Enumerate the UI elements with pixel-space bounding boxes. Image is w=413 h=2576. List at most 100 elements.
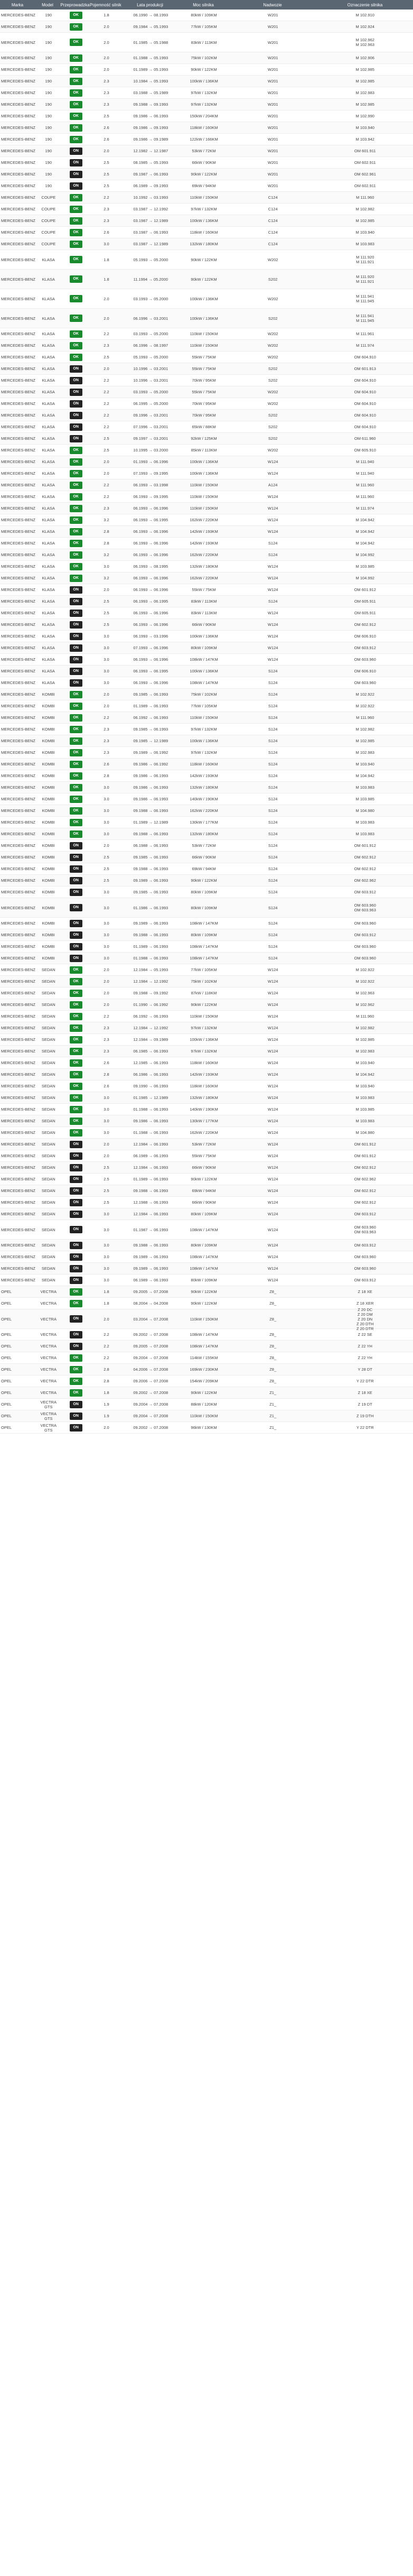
badge-cell: ON	[61, 1175, 91, 1183]
years-cell: 09.1986 → 06.1993	[133, 114, 168, 118]
on-badge: ON	[69, 1412, 82, 1420]
years-cell: 03.1987 → 12.1992	[133, 207, 168, 211]
years-cell: 06.1986 → 06.1993	[133, 1072, 168, 1077]
table-row: MERCEDES-BENZ SEDAN ON 3.0 09.1989 → 06.1993…	[0, 1263, 413, 1275]
badge-cell: ON	[61, 1264, 91, 1272]
years-cell: 01.1988 → 06.1993	[133, 956, 168, 961]
badge-cell: ON	[61, 1187, 91, 1195]
code-cell: M 111.941 M 111.945	[356, 294, 374, 303]
make-cell: MERCEDES-BENZ	[1, 1142, 36, 1147]
make-cell: MERCEDES-BENZ	[1, 13, 36, 17]
capacity-cell: 3.2	[104, 552, 109, 557]
make-cell: MERCEDES-BENZ	[1, 576, 36, 580]
table-row: MERCEDES-BENZ SEDAN ON 2.0 06.1989 → 06.1993…	[0, 1150, 413, 1162]
table-row: MERCEDES-BENZ SEDAN OK 3.0 01.1985 → 12.1989…	[0, 1092, 413, 1104]
model-cell: KLASA	[42, 413, 55, 418]
body-cell: Z8_	[269, 1301, 277, 1306]
body-cell: W124	[267, 1278, 278, 1282]
power-cell: 110kW / 150KM	[190, 195, 218, 200]
model-cell: 190	[45, 137, 52, 142]
years-cell: 09.1986 → 09.1993	[133, 125, 168, 130]
power-cell: 85kW / 113KM	[191, 448, 217, 453]
make-cell: MERCEDES-BENZ	[1, 773, 36, 778]
code-cell: M 103.983	[355, 820, 374, 825]
capacity-cell: 3.0	[104, 921, 109, 926]
badge-cell: OK	[61, 1036, 91, 1044]
power-cell: 90kW / 122KM	[191, 257, 217, 262]
power-cell: 118kW / 160KM	[190, 1084, 218, 1088]
capacity-cell: 2.5	[104, 1188, 109, 1193]
badge-cell: OK	[61, 341, 91, 349]
on-badge: ON	[69, 159, 82, 167]
model-cell: KLASA	[42, 378, 55, 383]
table-row: MERCEDES-BENZ SEDAN ON 2.5 12.1984 → 06.1993…	[0, 1162, 413, 1174]
capacity-cell: 2.0	[104, 979, 109, 984]
body-cell: W201	[267, 172, 278, 177]
power-cell: 110kW / 150KM	[190, 494, 218, 499]
make-cell: MERCEDES-BENZ	[1, 1002, 36, 1007]
code-cell: M 111.920 M 111.921	[356, 255, 374, 264]
make-cell: MERCEDES-BENZ	[1, 1072, 36, 1077]
code-cell: M 102.963	[355, 991, 374, 995]
table-row: MERCEDES-BENZ 190 OK 2.0 01.1988 → 05.1993 75…	[0, 52, 413, 64]
code-cell: M 102.982	[355, 1026, 374, 1030]
badge-cell: ON	[61, 1424, 91, 1432]
on-badge: ON	[69, 423, 82, 431]
model-cell: 190	[45, 149, 52, 153]
table-row: MERCEDES-BENZ 190 ON 2.5 09.1987 → 06.1993 90…	[0, 169, 413, 180]
ok-badge: OK	[69, 966, 82, 974]
badge-cell: OK	[61, 458, 91, 466]
body-cell: W201	[267, 125, 278, 130]
power-cell: 69kW / 94KM	[192, 866, 216, 871]
model-cell: KLASA	[42, 552, 55, 557]
capacity-cell: 2.5	[104, 1200, 109, 1205]
badge-cell: OK	[61, 124, 91, 132]
capacity-cell: 3.2	[104, 518, 109, 522]
model-cell: KOMBI	[42, 921, 55, 926]
code-cell: OM 602.912	[354, 1200, 376, 1205]
years-cell: 06.1992 → 06.1993	[133, 715, 168, 720]
power-cell: 92kW / 125KM	[191, 436, 217, 441]
make-cell: MERCEDES-BENZ	[1, 680, 36, 685]
capacity-cell: 2.5	[104, 114, 109, 118]
make-cell: MERCEDES-BENZ	[1, 172, 36, 177]
make-cell: MERCEDES-BENZ	[1, 1227, 36, 1232]
body-cell: S124	[268, 956, 278, 961]
badge-cell: OK	[61, 469, 91, 477]
capacity-cell: 3.0	[104, 634, 109, 639]
body-cell: S124	[268, 797, 278, 801]
make-cell: MERCEDES-BENZ	[1, 316, 36, 321]
badge-cell: OK	[61, 1117, 91, 1125]
capacity-cell: 2.8	[104, 529, 109, 534]
power-cell: 110kW / 150KM	[190, 483, 218, 487]
badge-cell: OK	[61, 818, 91, 826]
ok-badge: OK	[69, 330, 82, 338]
ok-badge: OK	[69, 353, 82, 361]
make-cell: OPEL	[1, 1316, 12, 1322]
years-cell: 03.1987 → 06.1993	[133, 230, 168, 235]
capacity-cell: 2.2	[104, 1355, 109, 1360]
make-cell: MERCEDES-BENZ	[1, 669, 36, 673]
body-cell: W202	[267, 448, 278, 453]
code-cell: OM 606.910	[354, 634, 376, 639]
capacity-cell: 3.0	[104, 890, 109, 894]
model-cell: KLASA	[42, 390, 55, 394]
model-cell: KOMBI	[42, 932, 55, 937]
power-cell: 80kW / 109KM	[191, 13, 217, 17]
capacity-cell: 3.0	[104, 1227, 109, 1232]
power-cell: 122kW / 166KM	[190, 137, 218, 142]
capacity-cell: 2.6	[104, 1084, 109, 1088]
body-cell: W124	[267, 576, 278, 580]
ok-badge: OK	[69, 193, 82, 201]
on-badge: ON	[69, 632, 82, 640]
table-header: Marka Model Przeprowadzka Pojemność silnika…	[0, 0, 413, 10]
badge-cell: OK	[61, 989, 91, 997]
power-cell: 55kW / 75KM	[192, 355, 216, 359]
power-cell: 66kW / 90KM	[192, 160, 216, 165]
column-header: Pojemność silnika	[90, 2, 121, 7]
years-cell: 05.1993 → 05.2000	[133, 355, 168, 359]
years-cell: 03.2004 → 07.2008	[133, 1316, 168, 1322]
body-cell: C124	[268, 230, 278, 235]
badge-cell: OK	[61, 446, 91, 454]
table-row: OPEL VECTRA ON 2.2 09.2005 → 07.2008 108kW / …	[0, 1341, 413, 1352]
